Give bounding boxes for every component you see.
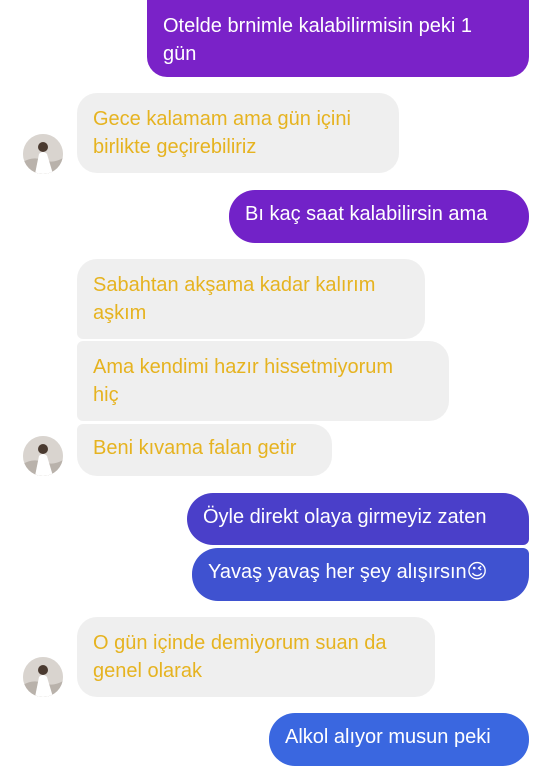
contact-avatar-image (23, 657, 63, 697)
contact-avatar[interactable] (23, 134, 63, 174)
incoming-message[interactable]: Ama kendimi hazır hissetmiyorum hiç (77, 341, 449, 421)
contact-avatar-image (23, 436, 63, 476)
contact-avatar[interactable] (23, 657, 63, 697)
outgoing-message[interactable]: Otelde brnimle kalabilirmisin peki 1 gün (147, 0, 529, 77)
contact-avatar-image (23, 134, 63, 174)
outgoing-message[interactable]: Yavaş yavaş her şey alışırsın😉 (192, 548, 529, 601)
contact-avatar[interactable] (23, 436, 63, 476)
incoming-message[interactable]: Beni kıvama falan getir (77, 424, 332, 476)
incoming-message[interactable]: Gece kalamam ama gün içini birlikte geçi… (77, 93, 399, 173)
outgoing-message[interactable]: Bı kaç saat kalabilirsin ama (229, 190, 529, 243)
outgoing-message[interactable]: Öyle direkt olaya girmeyiz zaten (187, 493, 529, 545)
incoming-message[interactable]: Sabahtan akşama kadar kalırım aşkım (77, 259, 425, 339)
incoming-message[interactable]: O gün içinde demiyorum suan da genel ola… (77, 617, 435, 697)
outgoing-message[interactable]: Alkol alıyor musun peki (269, 713, 529, 766)
